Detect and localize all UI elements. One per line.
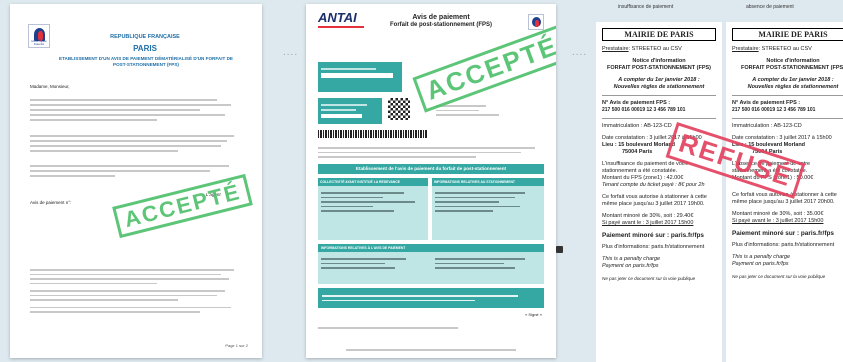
body-text-3 bbox=[30, 162, 242, 180]
marianne-logo: Liberté Égalité Fraternité bbox=[28, 24, 50, 48]
footnotes bbox=[30, 266, 242, 316]
page-number: Page 1 sur 2 bbox=[225, 343, 248, 348]
signature-label: « Signé » bbox=[525, 312, 542, 317]
forfait-line2: même place jusqu'au 3 juillet 2017 19h00… bbox=[602, 201, 705, 207]
si-paye-avant: Si payé avant le : 3 juillet 2017 15h00 bbox=[602, 220, 694, 226]
logo-caption: Liberté Égalité Fraternité bbox=[31, 40, 47, 46]
republique-title: REPUBLIQUE FRANÇAISE bbox=[110, 34, 180, 40]
avis-number-box bbox=[318, 62, 402, 92]
label-absence: absence de paiement bbox=[746, 4, 794, 10]
accepted-stamp: ACCEPTÉ bbox=[412, 24, 556, 113]
bottom-note bbox=[346, 346, 516, 354]
avis-label: N° Avis de paiement FPS : bbox=[732, 100, 801, 106]
intro-text bbox=[318, 144, 544, 161]
si-paye-avant: Si payé avant le : 3 juillet 2017 15h00 bbox=[732, 218, 824, 224]
paiement-minore: Paiement minoré sur : paris.fr/fps bbox=[602, 232, 704, 239]
salutation: Madame, Monsieur, bbox=[30, 84, 70, 89]
notice-subtitle: FORFAIT POST-STATIONNEMENT (FPS) bbox=[741, 65, 843, 71]
notice-title: Notice d'information bbox=[632, 58, 686, 64]
stationnement-panel: INFORMATIONS RELATIVES AU STATIONNEMENT bbox=[432, 178, 544, 240]
ne-pas-jeter: Ne pas jeter ce document sur la voie pub… bbox=[602, 276, 696, 281]
accepted-stamp: ACCEPTÉ bbox=[112, 173, 253, 239]
section-banner: Etablissement de l'avis de paiement du f… bbox=[318, 164, 544, 174]
doc1-title: ETABLISSEMENT D'UN AVIS DE PAIEMENT DÉMA… bbox=[59, 56, 233, 67]
prestataire-value: : STREETEO au CSV bbox=[628, 46, 682, 52]
barcode bbox=[318, 130, 428, 138]
forfait-line2: même place jusqu'au 3 juillet 2017 20h00… bbox=[732, 199, 835, 205]
date-rule: A compter du 1er janvier 2018 : bbox=[618, 77, 700, 83]
notice-subtitle: FORFAIT POST-STATIONNEMENT (FPS) bbox=[607, 65, 711, 71]
forfait-line1: Ce forfait vous autorise à stationner à … bbox=[602, 194, 707, 200]
document-3: insuffisance de paiement absence de paie… bbox=[596, 0, 843, 362]
body-text-1 bbox=[30, 96, 242, 124]
collectivite-panel: COLLECTIVITÉ AYANT INSTITUÉ LA REDEVANCE bbox=[318, 178, 428, 240]
marianne-logo-2 bbox=[528, 14, 544, 30]
avis-info-panel: INFORMATIONS RELATIVES À L'AVIS DE PAIEM… bbox=[318, 244, 544, 284]
separator-dots: .... bbox=[572, 47, 588, 58]
prestataire-value: : STREETEO au CSV bbox=[758, 46, 812, 52]
prestataire-label: Prestataire bbox=[732, 46, 759, 52]
date-box bbox=[318, 98, 382, 124]
payment-on: Payment on paris.fr/fps bbox=[602, 263, 659, 269]
montant-minore: Montant minoré de 30%, soit : 29.40€ bbox=[602, 213, 694, 219]
side-tab bbox=[556, 246, 563, 253]
footer-line bbox=[318, 324, 458, 332]
notice-insuffisance: MAIRIE DE PARIS Prestataire: STREETEO au… bbox=[596, 22, 722, 362]
plus-info: Plus d'informations: paris.fr/stationnem… bbox=[602, 244, 705, 250]
notice-title: Notice d'information bbox=[766, 58, 820, 64]
montant-fps: Montant du FPS (zone1) : 42.00€ bbox=[602, 175, 684, 181]
label-insuffisance: insuffisance de paiement bbox=[618, 4, 674, 10]
tenant-compte: Tenant compte du ticket payé : 8€ pour 2… bbox=[602, 182, 705, 188]
document-1: Liberté Égalité Fraternité REPUBLIQUE FR… bbox=[10, 4, 262, 358]
body-text-2 bbox=[30, 132, 242, 155]
address-block bbox=[436, 102, 526, 119]
ne-pas-jeter: Ne pas jeter ce document sur la voie pub… bbox=[732, 274, 826, 279]
amount-panel bbox=[318, 288, 544, 308]
antai-logo: ANTAI bbox=[318, 10, 357, 25]
new-rules: Nouvelles règles de stationnement bbox=[613, 84, 705, 90]
city-title: PARIS bbox=[133, 44, 157, 53]
prestataire-label: Prestataire bbox=[602, 46, 629, 52]
mairie-header: MAIRIE DE PARIS bbox=[602, 28, 716, 41]
mairie-header: MAIRIE DE PARIS bbox=[732, 28, 843, 41]
immatriculation: Immatriculation : AB-123-CD bbox=[732, 123, 802, 129]
avis-label: N° Avis de paiement FPS : bbox=[602, 100, 671, 106]
qr-code bbox=[388, 98, 410, 120]
new-rules: Nouvelles règles de stationnement bbox=[747, 84, 839, 90]
penalty-charge: This is a penalty charge bbox=[732, 254, 791, 260]
avis-number: 217 500 016 00019 12 3 456 789 101 bbox=[602, 107, 686, 113]
date-constatation: Date constatation : 3 juillet 2017 à 15h… bbox=[732, 135, 832, 141]
insuffisance-line2: stationnement a été constatée. bbox=[602, 168, 678, 174]
payment-on: Payment on paris.fr/fps bbox=[732, 261, 789, 267]
avis-number: 217 500 016 00019 12 3 456 789 101 bbox=[732, 107, 816, 113]
separator-dots: .... bbox=[283, 47, 299, 58]
avis-label: Avis de paiement n°: bbox=[30, 200, 72, 205]
paiement-minore: Paiement minoré sur : paris.fr/fps bbox=[732, 230, 834, 237]
doc2-title: Avis de paiement bbox=[412, 14, 470, 21]
document-2: ANTAI Avis de paiement Forfait de post-s… bbox=[306, 4, 556, 358]
plus-info: Plus d'informations: paris.fr/stationnem… bbox=[732, 242, 835, 248]
montant-minore: Montant minoré de 30%, soit : 35.00€ bbox=[732, 211, 824, 217]
doc2-subtitle: Forfait de post-stationnement (FPS) bbox=[390, 22, 492, 28]
penalty-charge: This is a penalty charge bbox=[602, 256, 661, 262]
date-rule: A compter du 1er janvier 2018 : bbox=[752, 77, 834, 83]
